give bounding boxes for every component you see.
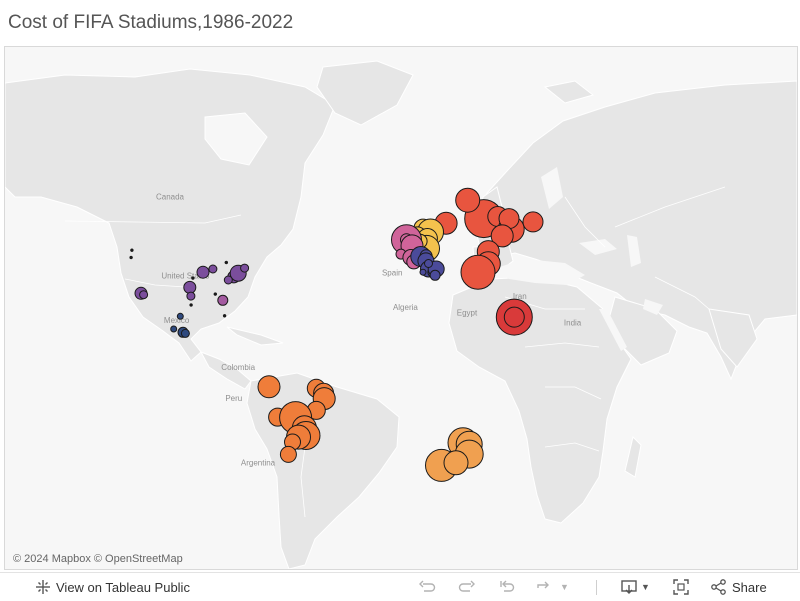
stadium-marker[interactable] xyxy=(208,264,218,274)
fullscreen-button[interactable] xyxy=(670,573,692,601)
tableau-logo-icon xyxy=(32,576,54,598)
redo-icon xyxy=(456,576,478,598)
country-label: Egypt xyxy=(457,308,478,317)
map-view[interactable]: Canada United States Mexico Colombia Peru Arg… xyxy=(4,46,798,570)
stadium-marker[interactable] xyxy=(196,265,210,279)
map-attribution: © 2024 Mapbox © OpenStreetMap xyxy=(13,553,183,565)
stadium-marker[interactable] xyxy=(183,280,197,294)
share-button[interactable]: Share xyxy=(708,573,767,601)
stadium-marker[interactable] xyxy=(419,268,427,276)
stadium-marker[interactable] xyxy=(189,303,193,307)
refresh-button[interactable]: ▼ xyxy=(532,573,569,601)
stadium-marker[interactable] xyxy=(217,294,229,306)
country-label: Algeria xyxy=(393,303,418,312)
undo-button[interactable] xyxy=(416,573,438,601)
revert-button[interactable] xyxy=(496,573,518,601)
fullscreen-icon xyxy=(670,576,692,598)
country-label: Spain xyxy=(382,268,402,277)
stadium-marker[interactable] xyxy=(223,275,233,285)
country-label: India xyxy=(564,319,582,328)
share-label: Share xyxy=(732,579,767,595)
stadium-marker[interactable] xyxy=(222,314,227,318)
download-dropdown-icon[interactable]: ▼ xyxy=(641,582,650,592)
stadium-marker[interactable] xyxy=(176,312,184,320)
stadium-marker[interactable] xyxy=(130,248,134,252)
stadium-marker[interactable] xyxy=(257,375,281,399)
country-label: Argentina xyxy=(241,459,276,468)
stadium-marker[interactable] xyxy=(279,445,297,463)
stadium-marker[interactable] xyxy=(170,325,178,333)
country-label: Peru xyxy=(225,394,242,403)
attribution-osm[interactable]: © OpenStreetMap xyxy=(94,553,183,565)
stadium-marker[interactable] xyxy=(186,291,196,301)
redo-button[interactable] xyxy=(456,573,478,601)
refresh-icon xyxy=(532,576,554,598)
stadium-marker[interactable] xyxy=(129,255,133,260)
stadium-marker[interactable] xyxy=(503,306,525,328)
toolbar-divider xyxy=(596,580,597,595)
country-label: Canada xyxy=(156,193,185,202)
country-label: Mexico xyxy=(164,316,190,325)
share-icon xyxy=(708,576,730,598)
stadium-marker[interactable] xyxy=(180,328,190,338)
page-title: Cost of FIFA Stadiums,1986-2022 xyxy=(8,12,294,33)
stadium-marker[interactable] xyxy=(191,276,195,280)
stadium-marker[interactable] xyxy=(455,187,481,213)
undo-icon xyxy=(416,576,438,598)
download-icon xyxy=(618,576,640,598)
stadium-marker[interactable] xyxy=(522,211,544,233)
revert-icon xyxy=(496,576,518,598)
country-label: Colombia xyxy=(221,363,255,372)
stadium-marker[interactable] xyxy=(213,292,218,296)
refresh-dropdown-icon[interactable]: ▼ xyxy=(560,582,569,592)
stadium-marker[interactable] xyxy=(443,450,469,476)
stadium-marker[interactable] xyxy=(240,263,250,273)
view-on-tableau-public-link[interactable]: View on Tableau Public xyxy=(32,573,190,601)
stadium-marker[interactable] xyxy=(460,254,496,290)
stadium-marker[interactable] xyxy=(424,259,433,268)
attribution-mapbox[interactable]: © 2024 Mapbox xyxy=(13,553,91,565)
stadium-marker[interactable] xyxy=(139,290,149,300)
stadium-marker[interactable] xyxy=(224,260,229,265)
download-button[interactable]: ▼ xyxy=(618,573,650,601)
map-canvas[interactable]: CanadaUnited StatesMexicoColombiaPeruArg… xyxy=(5,47,797,569)
stadium-marker[interactable] xyxy=(429,269,441,281)
tableau-toolbar: View on Tableau Public ▼ ▼ Share xyxy=(0,572,800,601)
view-on-tableau-label: View on Tableau Public xyxy=(56,579,190,595)
